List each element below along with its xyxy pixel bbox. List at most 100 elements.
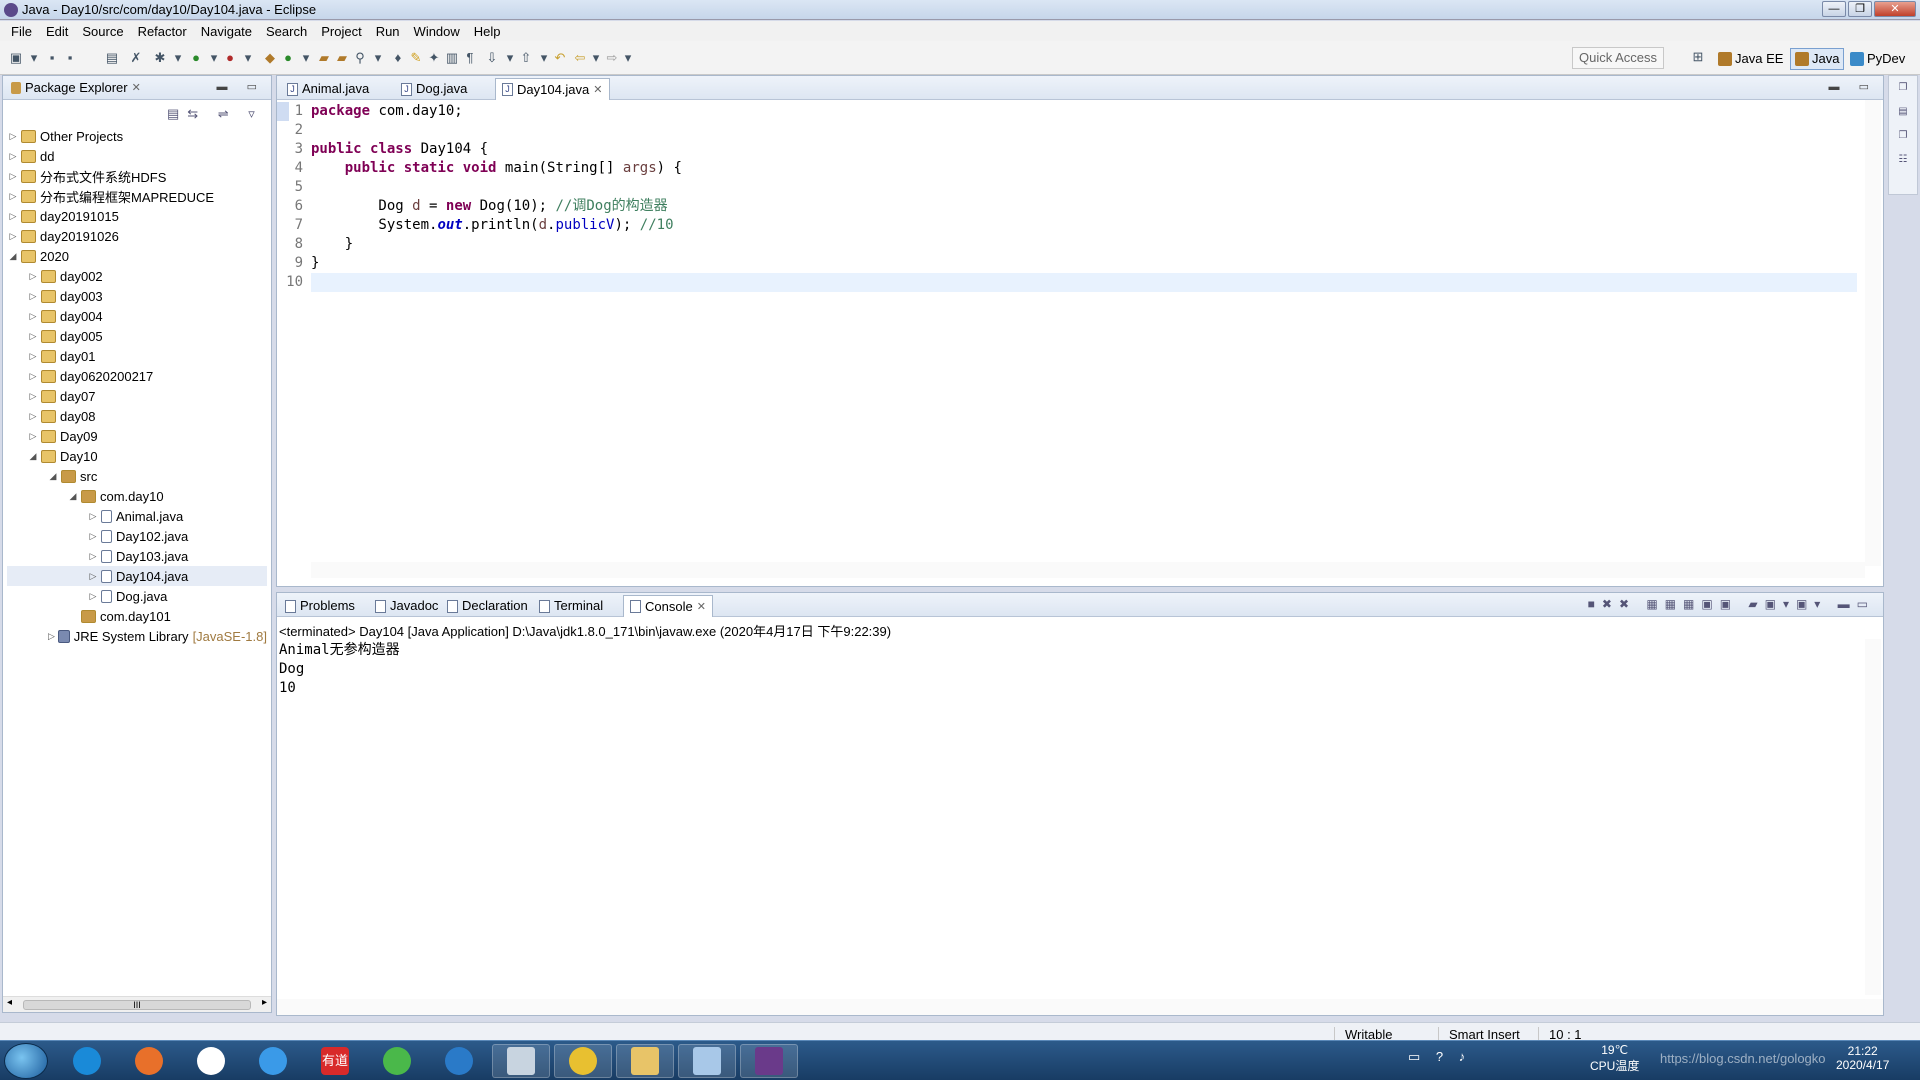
close-icon[interactable]: ✕ [593, 80, 602, 100]
expand-arrow-icon[interactable]: ▷ [27, 411, 39, 422]
quick-access-field[interactable]: Quick Access [1572, 47, 1664, 69]
taskbar-360-button[interactable] [368, 1044, 426, 1078]
menu-help[interactable]: Help [467, 24, 508, 39]
tree-item[interactable]: ▷ Day102.java [7, 526, 267, 546]
menu-run[interactable]: Run [369, 24, 407, 39]
close-icon[interactable]: ✕ [132, 78, 141, 98]
open-type-icon[interactable]: ▰ [316, 50, 332, 66]
tree-item[interactable]: ▷ day08 [7, 406, 267, 426]
editor-minmax-icons[interactable]: ▬ ▭ [1829, 80, 1877, 93]
expand-arrow-icon[interactable]: ▷ [7, 191, 19, 202]
prev-annotation-icon[interactable]: ⇧ [518, 50, 534, 66]
open-perspective-icon[interactable]: ⊞ [1690, 49, 1706, 65]
expand-arrow-icon[interactable]: ▷ [7, 211, 19, 222]
show-whitespace-icon[interactable]: ¶ [462, 50, 478, 66]
taskbar-explorer-button[interactable] [616, 1044, 674, 1078]
expand-arrow-icon[interactable]: ▷ [87, 511, 99, 522]
expand-arrow-icon[interactable]: ▷ [27, 391, 39, 402]
tab-terminal[interactable]: Terminal [533, 595, 609, 617]
last-edit-icon[interactable]: ↶ [552, 50, 568, 66]
taskbar-ie-button[interactable] [58, 1044, 116, 1078]
trim-icons[interactable]: ❐ ▤ ❐ ☷ [1889, 76, 1917, 172]
tree-item[interactable]: ▷ JRE System Library [JavaSE-1.8] [7, 626, 267, 646]
tree-item[interactable]: ▷ Dog.java [7, 586, 267, 606]
run-icon[interactable]: ● [188, 50, 204, 66]
console-vertical-scrollbar[interactable] [1865, 639, 1881, 995]
expand-arrow-icon[interactable]: ▷ [87, 551, 99, 562]
tree-item[interactable]: ▷ day004 [7, 306, 267, 326]
tab-animal-java[interactable]: J Animal.java [281, 78, 375, 100]
tab-console[interactable]: Console ✕ [623, 595, 713, 617]
menu-file[interactable]: File [4, 24, 39, 39]
expand-arrow-icon[interactable]: ▷ [87, 531, 99, 542]
console-horizontal-scrollbar[interactable] [277, 999, 1883, 1015]
expand-arrow-icon[interactable]: ◢ [67, 491, 79, 502]
debug-dropdown-icon[interactable]: ▾ [170, 50, 186, 66]
debug-icon[interactable]: ✱ [152, 50, 168, 66]
tree-item[interactable]: ▷ day20191026 [7, 226, 267, 246]
annotation-icon[interactable]: ♦ [390, 50, 406, 66]
tree-item[interactable]: com.day101 [7, 606, 267, 626]
forward-icon[interactable]: ⇨ [604, 50, 620, 66]
minimize-button[interactable]: — [1822, 1, 1846, 17]
menu-project[interactable]: Project [314, 24, 368, 39]
search-icon[interactable]: ⚲ [352, 50, 368, 66]
open-task-icon[interactable]: ▰ [334, 50, 350, 66]
tab-dog-java[interactable]: J Dog.java [395, 78, 473, 100]
tree-item[interactable]: ▷ day0620200217 [7, 366, 267, 386]
menu-source[interactable]: Source [75, 24, 130, 39]
console-output[interactable]: Animal无参构造器 Dog 10 [279, 641, 400, 698]
tray-icons[interactable]: ▭ ? ♪ [1408, 1049, 1471, 1065]
search-dropdown-icon[interactable]: ▾ [370, 50, 386, 66]
expand-arrow-icon[interactable]: ▷ [7, 151, 19, 162]
word-wrap-icon[interactable]: ▥ [444, 50, 460, 66]
new-java-project-icon[interactable]: ◆ [262, 50, 278, 66]
expand-arrow-icon[interactable]: ▷ [27, 331, 39, 342]
expand-arrow-icon[interactable]: ▷ [87, 591, 99, 602]
tree-item[interactable]: ▷ day002 [7, 266, 267, 286]
next-annotation-dropdown-icon[interactable]: ▾ [502, 50, 518, 66]
expand-arrow-icon[interactable]: ◢ [7, 251, 19, 262]
start-button[interactable] [4, 1043, 48, 1079]
tree-item[interactable]: ▷ 分布式文件系统HDFS [7, 166, 267, 186]
expand-arrow-icon[interactable]: ▷ [27, 311, 39, 322]
tree-item[interactable]: ▷ day20191015 [7, 206, 267, 226]
explorer-toolbar[interactable]: ▤⇆ ⇌ ▿ [167, 106, 263, 122]
perspective-pydev[interactable]: PyDev [1850, 48, 1905, 70]
taskbar-notepad-button[interactable] [678, 1044, 736, 1078]
expand-arrow-icon[interactable]: ▷ [27, 431, 39, 442]
taskbar-onedrive-button[interactable] [244, 1044, 302, 1078]
new-icon[interactable]: ▣ [8, 50, 24, 66]
maximize-button[interactable]: ❐ [1848, 1, 1872, 17]
tree-item[interactable]: ▷ Day09 [7, 426, 267, 446]
tree-item[interactable]: ▷ day01 [7, 346, 267, 366]
block-selection-icon[interactable]: ✦ [426, 50, 442, 66]
new-class-icon[interactable]: ● [280, 50, 296, 66]
close-button[interactable]: ✕ [1874, 1, 1916, 17]
new-class-dropdown-icon[interactable]: ▾ [298, 50, 314, 66]
back-icon[interactable]: ⇦ [572, 50, 588, 66]
taskbar-eclipse-button[interactable] [740, 1044, 798, 1078]
menu-refactor[interactable]: Refactor [131, 24, 194, 39]
run-dropdown-icon[interactable]: ▾ [206, 50, 222, 66]
taskbar-youdao-button[interactable]: 有道 [306, 1044, 364, 1078]
next-annotation-icon[interactable]: ⇩ [484, 50, 500, 66]
skip-breakpoints-icon[interactable]: ✗ [128, 50, 144, 66]
menu-navigate[interactable]: Navigate [194, 24, 259, 39]
back-dropdown-icon[interactable]: ▾ [588, 50, 604, 66]
tree-item[interactable]: ◢ 2020 [7, 246, 267, 266]
tree-item[interactable]: ▷ day07 [7, 386, 267, 406]
editor-vertical-scrollbar[interactable] [1865, 100, 1881, 566]
tree-item[interactable]: ▷ 分布式编程框架MAPREDUCE [7, 186, 267, 206]
prev-annotation-dropdown-icon[interactable]: ▾ [536, 50, 552, 66]
expand-arrow-icon[interactable]: ▷ [47, 631, 56, 642]
tree-item[interactable]: ▷ Other Projects [7, 126, 267, 146]
new-dropdown-icon[interactable]: ▾ [26, 50, 42, 66]
external-tools-icon[interactable]: ● [222, 50, 238, 66]
taskbar-chrome-button[interactable] [554, 1044, 612, 1078]
expand-arrow-icon[interactable]: ▷ [87, 571, 99, 582]
tree-item[interactable]: ▷ Day103.java [7, 546, 267, 566]
mark-occurrences-icon[interactable]: ✎ [408, 50, 424, 66]
tree-item[interactable]: ▷ Day104.java [7, 566, 267, 586]
tree-item[interactable]: ◢ src [7, 466, 267, 486]
